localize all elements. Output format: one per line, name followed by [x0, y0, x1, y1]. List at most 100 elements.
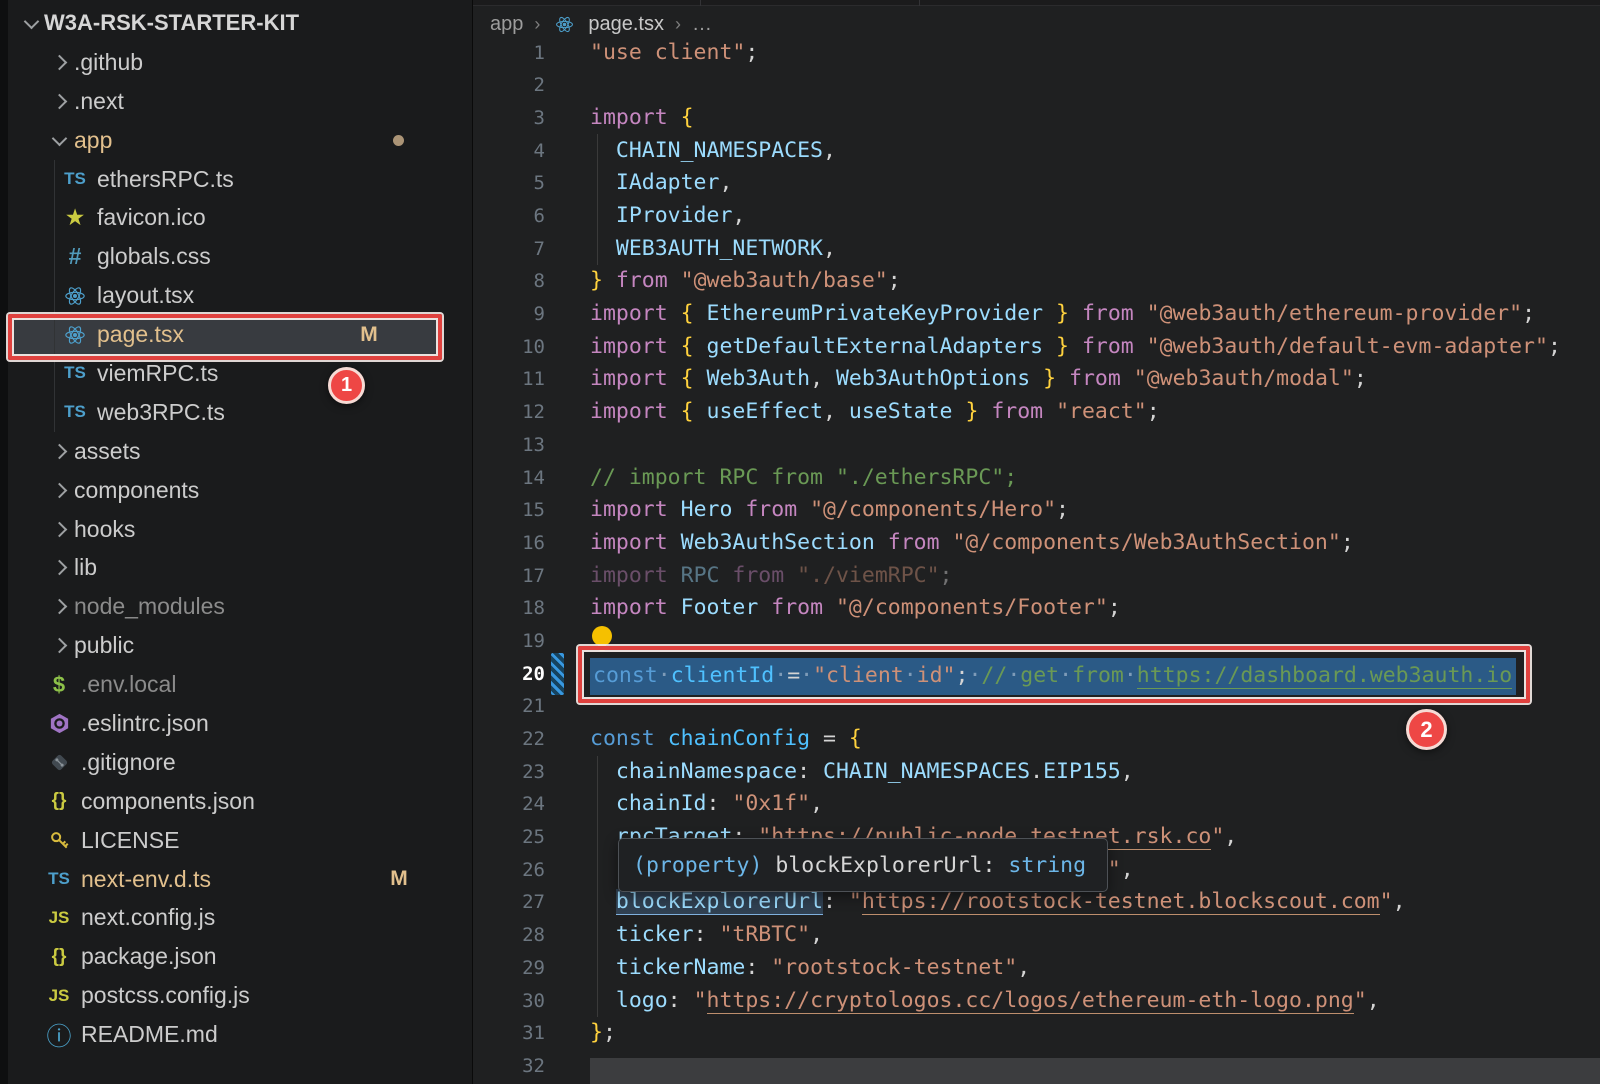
- code-line-12[interactable]: 12import { useEffect, useState } from "r…: [473, 396, 1600, 429]
- tab-bar[interactable]: [473, 0, 1600, 6]
- tree-item-hooks[interactable]: hooks: [8, 510, 472, 549]
- code-line-5[interactable]: 5 IAdapter,: [473, 167, 1600, 200]
- tree-item-web3rpc-ts[interactable]: TSweb3RPC.ts: [8, 393, 472, 432]
- code-line-24[interactable]: 24 chainId: "0x1f",: [473, 788, 1600, 821]
- line-number[interactable]: 10: [473, 331, 545, 364]
- chevron-right-icon: [52, 482, 68, 498]
- line-number[interactable]: 1: [473, 37, 545, 70]
- tree-item-label: node_modules: [74, 593, 225, 620]
- tree-item-next-env-d-ts[interactable]: TSnext-env.d.tsM: [8, 860, 472, 899]
- line-number[interactable]: 20: [473, 658, 545, 691]
- code-line-31[interactable]: 31};: [473, 1017, 1600, 1050]
- line-content: logo: "https://cryptologos.cc/logos/ethe…: [545, 985, 1380, 1018]
- code-line-7[interactable]: 7 WEB3AUTH_NETWORK,: [473, 233, 1600, 266]
- line-number[interactable]: 18: [473, 592, 545, 625]
- line-number[interactable]: 31: [473, 1017, 545, 1050]
- lightbulb-icon[interactable]: [592, 626, 612, 646]
- code-line-13[interactable]: 13: [473, 429, 1600, 462]
- code-line-11[interactable]: 11import { Web3Auth, Web3AuthOptions } f…: [473, 363, 1600, 396]
- line-number[interactable]: 14: [473, 462, 545, 495]
- line-number[interactable]: 26: [473, 854, 545, 887]
- line-number[interactable]: 32: [473, 1050, 545, 1083]
- breadcrumb-symbol-more[interactable]: …: [692, 13, 712, 36]
- breadcrumb-folder[interactable]: app: [490, 13, 523, 36]
- tree-item-components-json[interactable]: {}components.json: [8, 782, 472, 821]
- tree-item-package-json[interactable]: {}package.json: [8, 937, 472, 976]
- code-line-8[interactable]: 8} from "@web3auth/base";: [473, 265, 1600, 298]
- tree-item-app[interactable]: app: [8, 121, 472, 160]
- line-number[interactable]: 3: [473, 102, 545, 135]
- tree-item-w3a-rsk-starter-kit[interactable]: W3A-RSK-STARTER-KIT: [8, 4, 472, 43]
- code-line-17[interactable]: 17import RPC from "./viemRPC";: [473, 560, 1600, 593]
- code-line-16[interactable]: 16import Web3AuthSection from "@/compone…: [473, 527, 1600, 560]
- tree-item-postcss-config-js[interactable]: JSpostcss.config.js: [8, 976, 472, 1015]
- tree-item-label: layout.tsx: [97, 282, 194, 309]
- line-number[interactable]: 12: [473, 396, 545, 429]
- tree-item-assets[interactable]: assets: [8, 432, 472, 471]
- line-number[interactable]: 30: [473, 985, 545, 1018]
- code-line-10[interactable]: 10import { getDefaultExternalAdapters } …: [473, 331, 1600, 364]
- line-number[interactable]: 23: [473, 756, 545, 789]
- code-line-23[interactable]: 23 chainNamespace: CHAIN_NAMESPACES.EIP1…: [473, 756, 1600, 789]
- code-line-2[interactable]: 2: [473, 69, 1600, 102]
- line-number[interactable]: 29: [473, 952, 545, 985]
- line-number[interactable]: 24: [473, 788, 545, 821]
- line-number[interactable]: 7: [473, 233, 545, 266]
- breadcrumb-file[interactable]: page.tsx: [588, 13, 664, 36]
- code-line-15[interactable]: 15import Hero from "@/components/Hero";: [473, 494, 1600, 527]
- tree-item-lib[interactable]: lib: [8, 548, 472, 587]
- tree-item-license[interactable]: LICENSE: [8, 821, 472, 860]
- code-line-4[interactable]: 4 CHAIN_NAMESPACES,: [473, 135, 1600, 168]
- code-line-29[interactable]: 29 tickerName: "rootstock-testnet",: [473, 952, 1600, 985]
- tree-item-label: hooks: [74, 516, 135, 543]
- line-number[interactable]: 16: [473, 527, 545, 560]
- line-content: import Hero from "@/components/Hero";: [545, 494, 1069, 527]
- line-number[interactable]: 25: [473, 821, 545, 854]
- tree-item-public[interactable]: public: [8, 626, 472, 665]
- code-line-1[interactable]: 1"use client";: [473, 37, 1600, 70]
- tree-item--eslintrc-json[interactable]: .eslintrc.json: [8, 704, 472, 743]
- tree-item-node-modules[interactable]: node_modules: [8, 587, 472, 626]
- tree-item--github[interactable]: .github: [8, 43, 472, 82]
- line-number[interactable]: 28: [473, 919, 545, 952]
- code-line-30[interactable]: 30 logo: "https://cryptologos.cc/logos/e…: [473, 985, 1600, 1018]
- tree-item-ethersrpc-ts[interactable]: TSethersRPC.ts: [8, 160, 472, 199]
- tree-item-components[interactable]: components: [8, 471, 472, 510]
- tree-item-favicon-ico[interactable]: ★favicon.ico: [8, 198, 472, 237]
- line-number[interactable]: 4: [473, 135, 545, 168]
- line-number[interactable]: 13: [473, 429, 545, 462]
- line-number[interactable]: 22: [473, 723, 545, 756]
- line-content: };: [545, 1017, 616, 1050]
- line-number[interactable]: 9: [473, 298, 545, 331]
- tree-item--env-local[interactable]: $.env.local: [8, 665, 472, 704]
- line-number[interactable]: 8: [473, 265, 545, 298]
- line-number[interactable]: 2: [473, 69, 545, 102]
- tree-item--next[interactable]: .next: [8, 82, 472, 121]
- tree-item-label: public: [74, 632, 134, 659]
- line-content: import Footer from "@/components/Footer"…: [545, 592, 1121, 625]
- line-number[interactable]: 17: [473, 560, 545, 593]
- code-line-28[interactable]: 28 ticker: "tRBTC",: [473, 919, 1600, 952]
- line-number[interactable]: 27: [473, 886, 545, 919]
- tree-item--gitignore[interactable]: .gitignore: [8, 743, 472, 782]
- tree-item-globals-css[interactable]: #globals.css: [8, 237, 472, 276]
- line-number[interactable]: 5: [473, 167, 545, 200]
- tree-item-next-config-js[interactable]: JSnext.config.js: [8, 898, 472, 937]
- modified-line-gutter-indicator[interactable]: [551, 653, 564, 695]
- code-line-18[interactable]: 18import Footer from "@/components/Foote…: [473, 592, 1600, 625]
- code-lines: 1"use client";23import {4 CHAIN_NAMESPAC…: [473, 37, 1600, 1083]
- code-line-9[interactable]: 9import { EthereumPrivateKeyProvider } f…: [473, 298, 1600, 331]
- line-content: import Web3AuthSection from "@/component…: [545, 527, 1354, 560]
- line-number[interactable]: 21: [473, 690, 545, 723]
- code-line-6[interactable]: 6 IProvider,: [473, 200, 1600, 233]
- line-number[interactable]: 19: [473, 625, 545, 658]
- code-line-14[interactable]: 14// import RPC from "./ethersRPC";: [473, 462, 1600, 495]
- tree-item-layout-tsx[interactable]: layout.tsx: [8, 276, 472, 315]
- line-number[interactable]: 11: [473, 363, 545, 396]
- line-number[interactable]: 15: [473, 494, 545, 527]
- line-number[interactable]: 6: [473, 200, 545, 233]
- tree-item-readme-md[interactable]: ⓘREADME.md: [8, 1015, 472, 1054]
- git-modified-badge: M: [384, 867, 414, 891]
- horizontal-scrollbar[interactable]: [590, 1058, 1600, 1084]
- code-line-3[interactable]: 3import {: [473, 102, 1600, 135]
